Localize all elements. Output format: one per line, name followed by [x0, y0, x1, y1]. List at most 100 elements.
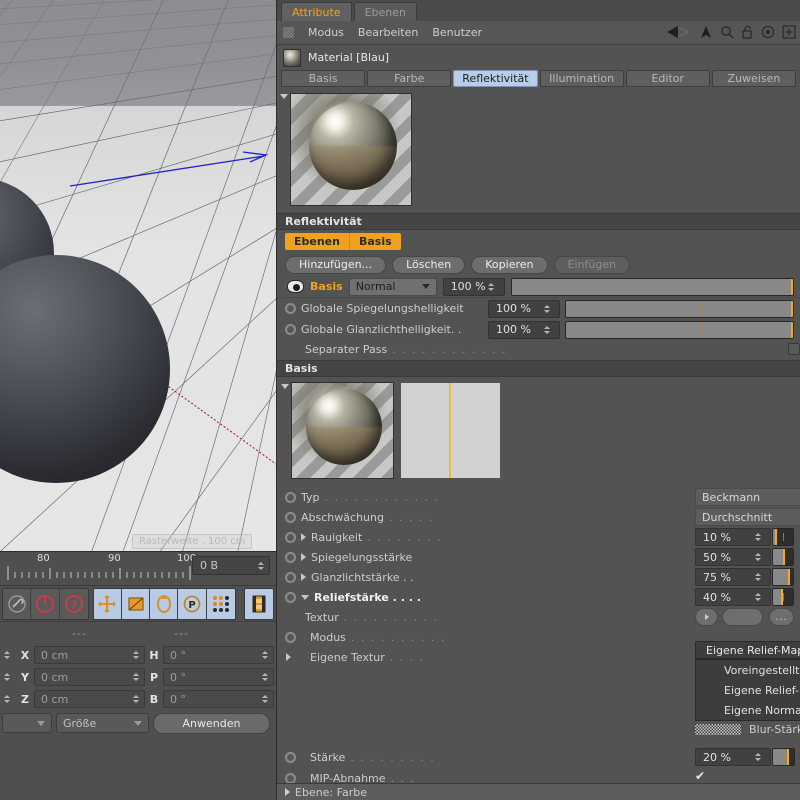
pill-basis[interactable]: Basis	[348, 233, 401, 250]
footer-bar[interactable]: Ebene: Farbe	[277, 783, 800, 800]
coord-field-p[interactable]: 0 °	[163, 668, 274, 686]
panel-grip-icon[interactable]	[283, 27, 294, 38]
animation-dot-icon[interactable]	[285, 491, 296, 503]
search-icon[interactable]	[720, 25, 734, 42]
coord-field-x[interactable]: 0 cm	[34, 646, 145, 664]
coord-field-h[interactable]: 0 °	[163, 646, 274, 664]
expand-triangle-icon[interactable]	[286, 653, 291, 661]
layer-opacity-spinner[interactable]	[487, 282, 496, 291]
menu-option-eigene-normalen-map[interactable]: Eigene Normalen-Map	[696, 700, 800, 720]
timeline-value-field[interactable]: 0 B	[192, 556, 270, 575]
toolbar-group-right[interactable]	[243, 587, 274, 620]
coord-spinner-y2[interactable]	[131, 673, 140, 681]
animation-dot-icon[interactable]	[285, 571, 296, 583]
animation-dot-icon[interactable]	[285, 324, 296, 335]
layer-row-basis[interactable]: Basis Normal 100 %	[277, 276, 800, 298]
tab-attribute[interactable]: Attribute	[281, 2, 352, 21]
staerke-field[interactable]: 20 %	[695, 748, 771, 766]
staerke-spinner[interactable]	[753, 753, 762, 761]
rauigkeit-spinner[interactable]	[753, 533, 762, 541]
toolbar-group-transform[interactable]: P	[92, 587, 236, 620]
glanzlichtstaerke-slider[interactable]	[772, 568, 794, 586]
expand-triangle-icon[interactable]	[301, 553, 306, 561]
viewport-3d[interactable]: Rasterweite . 100 cm	[0, 0, 276, 551]
plus-icon[interactable]	[782, 24, 796, 42]
animation-dot-icon[interactable]	[285, 531, 296, 543]
timeline-ruler[interactable]: 80 90 100	[0, 552, 196, 586]
global-specular-brightness-slider[interactable]	[565, 320, 794, 339]
rauigkeit-field[interactable]: 10 %	[695, 528, 771, 546]
texture-input[interactable]	[722, 608, 763, 626]
animation-dot-icon[interactable]	[285, 551, 296, 563]
tab-reflektivitaet[interactable]: Reflektivität	[453, 70, 538, 87]
back-arrow-icon[interactable]	[666, 25, 692, 42]
coord-spinner-z[interactable]	[2, 690, 16, 708]
collapse-triangle-icon[interactable]	[281, 384, 289, 389]
modus-dropdown-menu[interactable]: Voreingestellt Eigene Relief-Map Eigene …	[695, 659, 800, 721]
rotate-icon[interactable]	[150, 588, 179, 619]
reliefstaerke-spinner[interactable]	[753, 593, 762, 601]
menu-modus[interactable]: Modus	[308, 26, 344, 39]
layer-opacity-field[interactable]: 100 %	[442, 277, 505, 296]
typ-dropdown[interactable]: Beckmann	[695, 488, 800, 506]
tab-illumination[interactable]: Illumination	[539, 70, 624, 87]
global-reflection-brightness-slider[interactable]	[565, 299, 794, 318]
global-specular-brightness-spinner[interactable]	[542, 325, 551, 334]
target-icon[interactable]	[761, 25, 775, 42]
coord-spinner-h[interactable]	[260, 651, 269, 659]
scale-icon[interactable]	[121, 588, 151, 619]
coord-field-z[interactable]: 0 cm	[34, 690, 145, 708]
global-reflection-brightness-field[interactable]: 100 %	[488, 299, 560, 318]
modus-dropdown[interactable]: Eigene Relief-Map	[695, 641, 800, 659]
animation-dot-icon[interactable]	[285, 751, 296, 763]
separate-pass-checkbox[interactable]	[788, 343, 800, 355]
add-layer-button[interactable]: Hinzufügen...	[285, 255, 387, 274]
animation-dot-icon[interactable]	[285, 511, 296, 523]
spiegelungsstaerke-slider[interactable]	[772, 548, 794, 566]
filmstrip-icon[interactable]	[244, 588, 273, 619]
rauigkeit-slider[interactable]	[772, 528, 794, 546]
global-specular-brightness-field[interactable]: 100 %	[488, 320, 560, 339]
coord-mode-dropdown[interactable]	[2, 713, 52, 733]
coord-spinner-p[interactable]	[260, 673, 269, 681]
coord-spinner-y[interactable]	[2, 668, 16, 686]
undo-circle-icon[interactable]	[31, 588, 60, 619]
spiegelungsstaerke-field[interactable]: 50 %	[695, 548, 771, 566]
wrench-icon[interactable]	[3, 588, 32, 619]
tab-editor[interactable]: Editor	[625, 70, 710, 87]
spiegelungsstaerke-spinner[interactable]	[753, 553, 762, 561]
dots-grid-icon[interactable]	[206, 588, 235, 619]
material-preview[interactable]	[290, 93, 412, 206]
coord-field-y[interactable]: 0 cm	[34, 668, 145, 686]
coord-spinner-z2[interactable]	[131, 695, 140, 703]
pivot-icon[interactable]: P	[178, 588, 207, 619]
gradient-marker[interactable]	[449, 383, 451, 478]
coord-field-b[interactable]: 0 °	[163, 690, 274, 708]
collapse-triangle-icon[interactable]	[301, 594, 309, 600]
animation-dot-icon[interactable]	[285, 591, 296, 603]
lock-icon[interactable]	[741, 25, 754, 42]
up-arrow-icon[interactable]	[699, 25, 713, 42]
size-dropdown[interactable]: Größe	[56, 713, 149, 733]
tab-ebenen[interactable]: Ebenen	[353, 2, 417, 21]
timeline-spinner[interactable]	[256, 561, 265, 570]
coord-spinner-x[interactable]	[2, 646, 16, 664]
pill-ebenen[interactable]: Ebenen	[285, 233, 349, 250]
delete-layer-button[interactable]: Löschen	[392, 255, 466, 274]
basis-preview[interactable]	[291, 382, 394, 479]
tab-zuweisen[interactable]: Zuweisen	[711, 70, 797, 87]
glanzlichtstaerke-spinner[interactable]	[753, 573, 762, 581]
reliefstaerke-field[interactable]: 40 %	[695, 588, 771, 606]
abschwaechung-dropdown[interactable]: Durchschnitt	[695, 508, 800, 526]
animation-dot-icon[interactable]	[285, 772, 296, 784]
basis-gradient-strip[interactable]	[400, 382, 501, 479]
viewport-toolbar[interactable]: ? P	[0, 586, 276, 622]
expand-triangle-icon[interactable]	[285, 788, 290, 796]
menu-option-voreingestellt[interactable]: Voreingestellt	[696, 660, 800, 680]
reliefstaerke-slider[interactable]	[772, 588, 794, 606]
coord-spinner-x2[interactable]	[131, 651, 140, 659]
staerke-slider[interactable]	[772, 748, 795, 766]
glanzlichtstaerke-field[interactable]: 75 %	[695, 568, 771, 586]
copy-layer-button[interactable]: Kopieren	[471, 255, 548, 274]
collapse-triangle-icon[interactable]	[280, 94, 288, 99]
